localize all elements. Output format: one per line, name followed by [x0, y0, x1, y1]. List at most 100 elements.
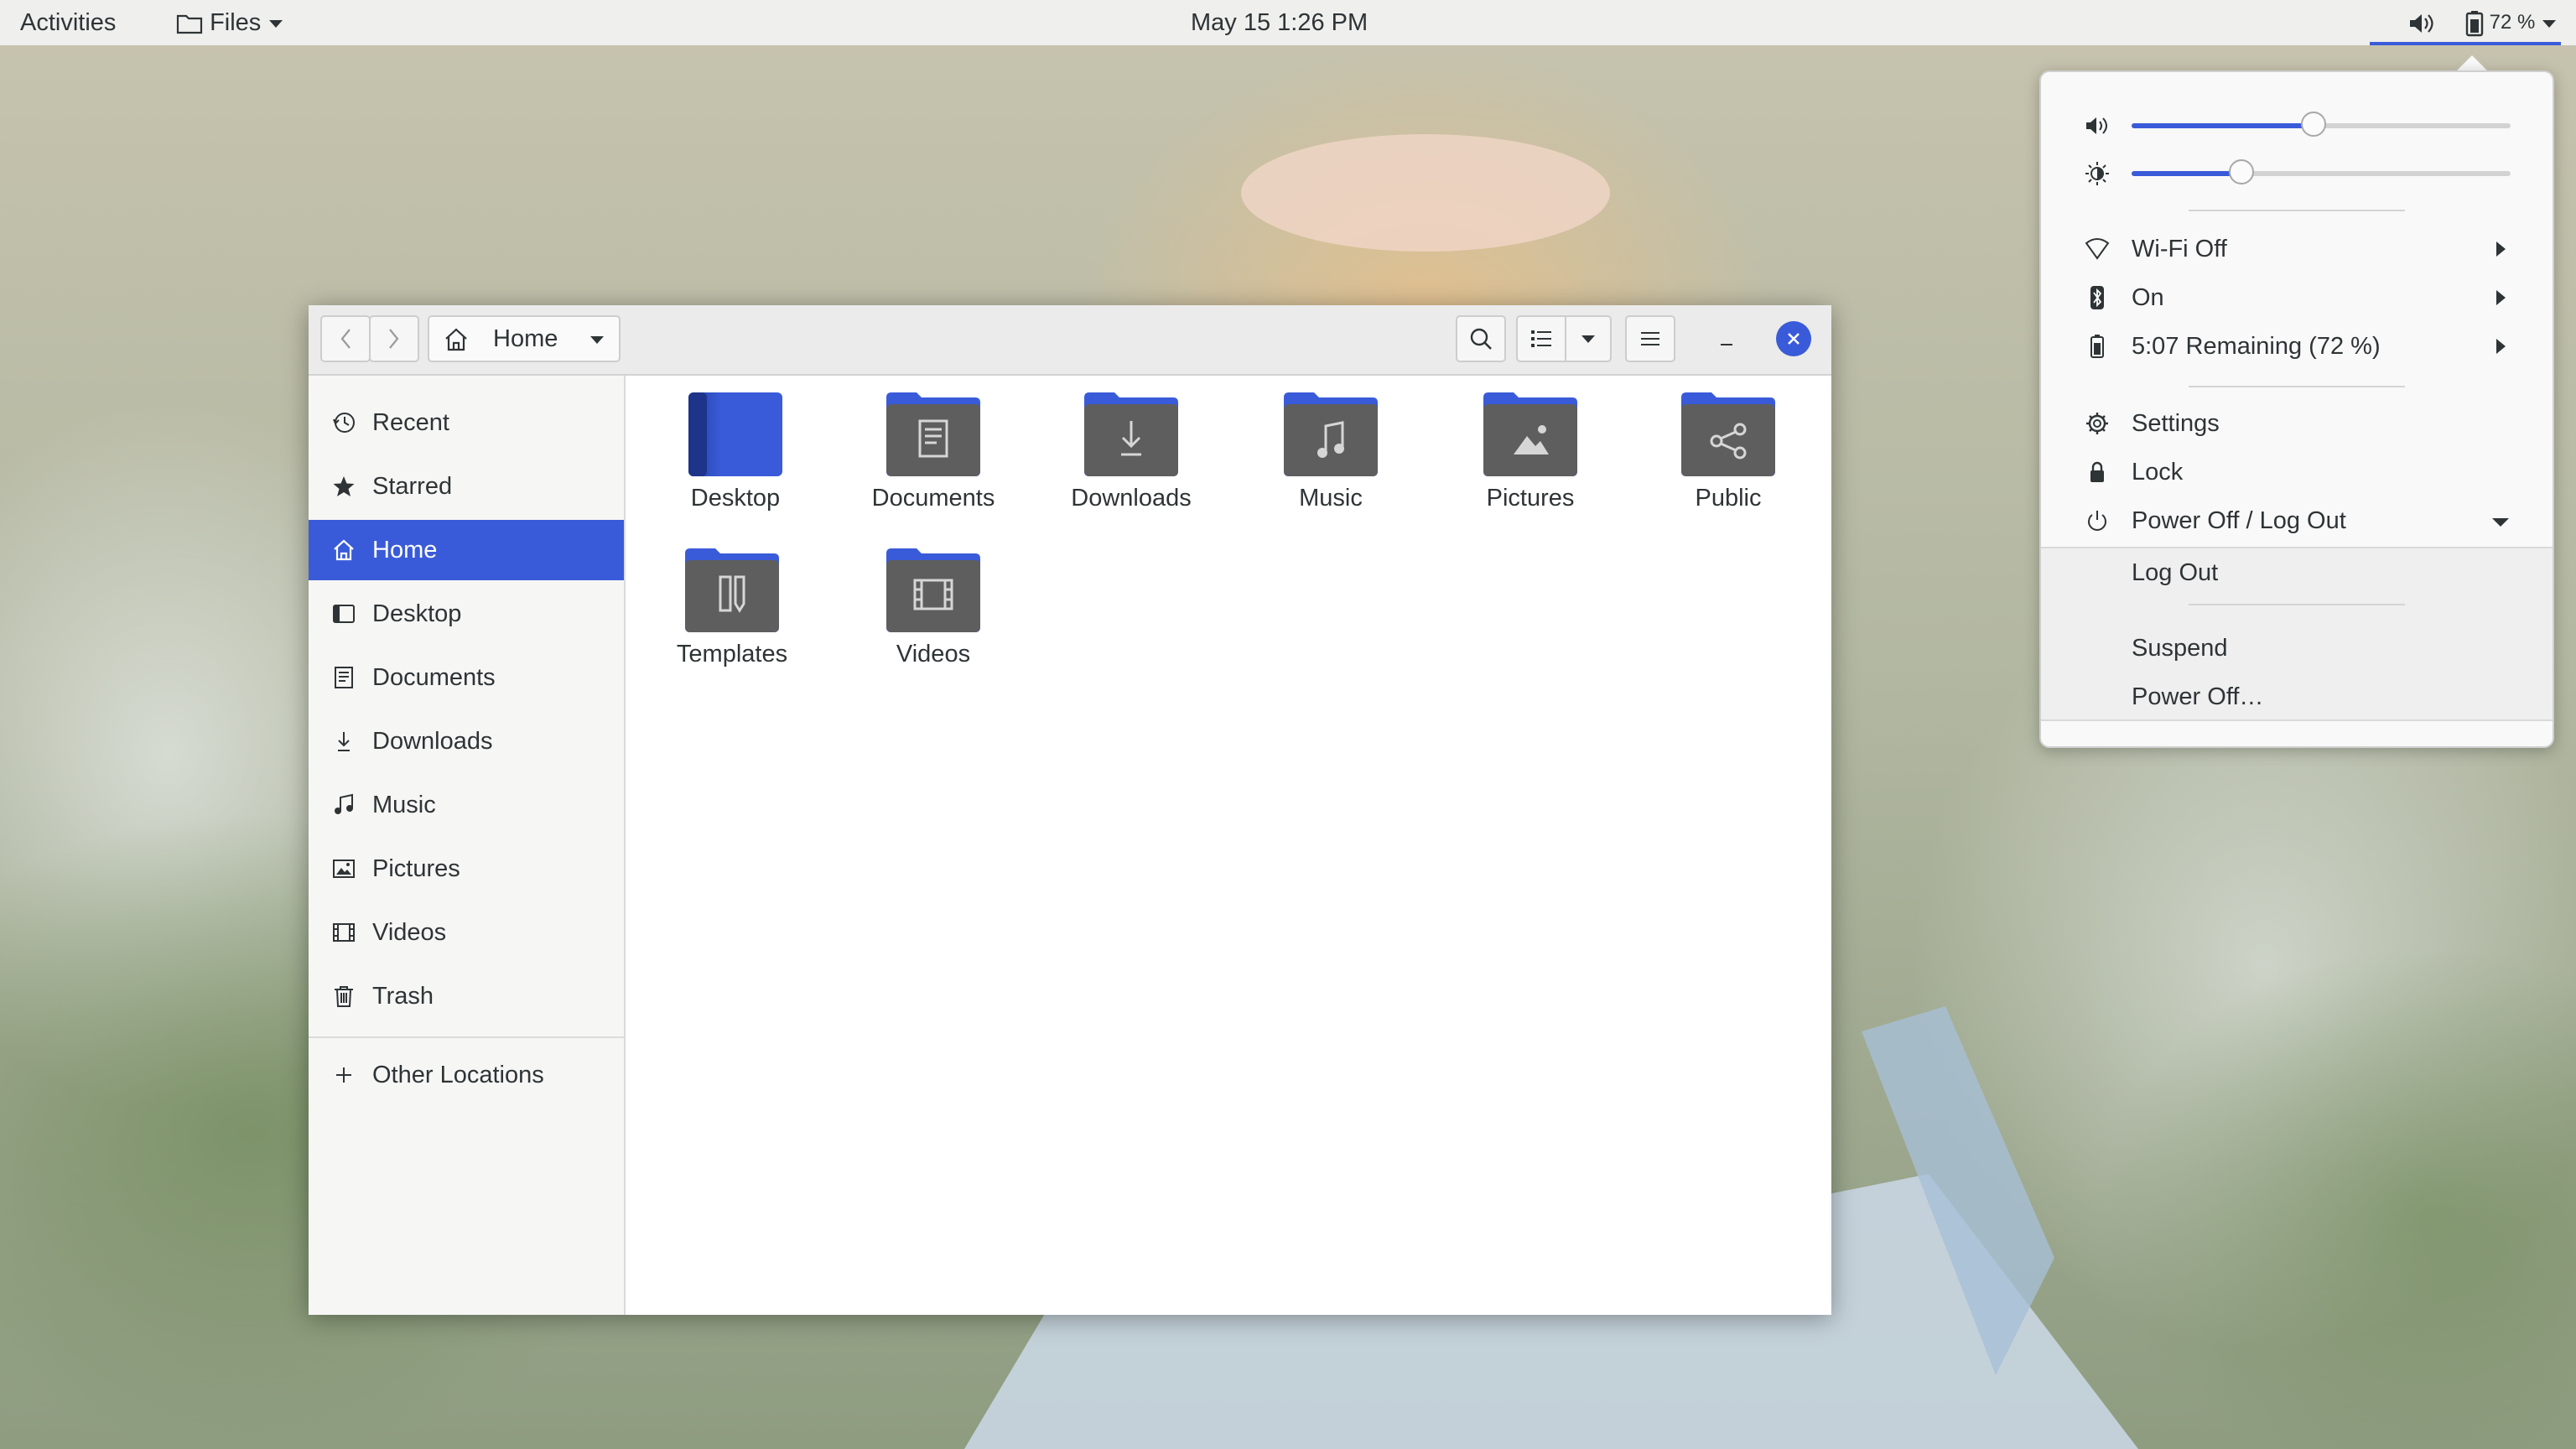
lock-icon: [2090, 461, 2104, 482]
gear-icon: [2086, 413, 2108, 434]
path-bar-home[interactable]: Home: [428, 315, 621, 362]
sidebar-item-label: Documents: [372, 664, 496, 691]
menu-item-label: Suspend: [2132, 635, 2228, 662]
menu-item-bluetooth[interactable]: On: [2041, 273, 2553, 322]
sidebar-item-music[interactable]: Music: [309, 775, 624, 835]
clock[interactable]: May 15 1:26 PM: [1191, 0, 1368, 45]
desktop-icon: [333, 605, 355, 623]
sidebar-item-starred[interactable]: Starred: [309, 456, 624, 517]
menu-separator: [2189, 210, 2405, 211]
menu-item-lock[interactable]: Lock: [2041, 448, 2553, 496]
file-item-public[interactable]: Public: [1642, 376, 1815, 527]
pictures-icon: [333, 860, 355, 878]
public-folder-icon: [1681, 392, 1775, 476]
file-item-label: Templates: [676, 641, 788, 667]
menu-item-settings[interactable]: Settings: [2041, 399, 2553, 448]
app-menu-files[interactable]: Files: [176, 0, 284, 45]
sidebar-item-videos[interactable]: Videos: [309, 902, 624, 963]
file-item-videos[interactable]: Videos: [847, 532, 1020, 683]
star-icon: [333, 476, 355, 496]
videos-icon: [333, 923, 355, 942]
file-item-pictures[interactable]: Pictures: [1444, 376, 1617, 527]
brightness-icon: [2085, 162, 2109, 185]
sidebar-item-home[interactable]: Home: [309, 520, 624, 580]
file-item-label: Downloads: [1071, 485, 1192, 512]
volume-slider[interactable]: [2132, 112, 2511, 137]
volume-icon: [2409, 13, 2433, 33]
file-item-templates[interactable]: Templates: [646, 532, 818, 683]
music-folder-icon: [1284, 392, 1378, 476]
sidebar-item-label: Desktop: [372, 600, 462, 627]
downloads-icon: [338, 732, 350, 751]
menu-item-power[interactable]: Power Off / Log Out: [2041, 496, 2553, 545]
battery-icon: [2090, 335, 2104, 358]
file-item-desktop[interactable]: Desktop: [649, 376, 822, 527]
sidebar-item-pictures[interactable]: Pictures: [309, 839, 624, 899]
chevron-down-icon: [590, 336, 604, 344]
minimize-button[interactable]: [1711, 324, 1742, 356]
file-item-documents[interactable]: Documents: [847, 376, 1020, 527]
file-item-label: Videos: [896, 641, 971, 667]
chevron-left-icon: [340, 329, 351, 349]
menu-item-battery[interactable]: 5:07 Remaining (72 %): [2041, 322, 2553, 371]
file-item-label: Public: [1695, 485, 1762, 512]
sidebar-item-label: Videos: [372, 919, 447, 946]
submenu-arrow-icon: [2496, 242, 2506, 257]
chevron-right-icon: [389, 329, 399, 349]
minimize-icon: [1721, 344, 1732, 345]
sidebar-item-recent[interactable]: Recent: [309, 392, 624, 453]
music-icon: [335, 793, 353, 814]
sidebar-item-label: Trash: [372, 983, 434, 1010]
search-button[interactable]: [1456, 315, 1506, 362]
menu-item-wifi[interactable]: Wi-Fi Off: [2041, 225, 2553, 273]
forward-button[interactable]: [369, 315, 419, 362]
view-toggle-button[interactable]: [1516, 315, 1566, 362]
menu-item-power-off[interactable]: Power Off…: [2041, 673, 2553, 721]
submenu-arrow-icon: [2496, 290, 2506, 305]
brightness-slider-knob[interactable]: [2229, 159, 2255, 184]
sidebar-item-label: Starred: [372, 473, 453, 500]
tray-active-indicator: [2370, 42, 2561, 45]
sidebar-item-label: Pictures: [372, 855, 460, 882]
power-icon: [2088, 511, 2106, 531]
top-bar: Activities Files May 15 1:26 PM 72 %: [0, 0, 2576, 45]
file-item-downloads[interactable]: Downloads: [1045, 376, 1218, 527]
back-button[interactable]: [320, 315, 371, 362]
view-options-button[interactable]: [1565, 315, 1612, 362]
close-button[interactable]: [1776, 321, 1811, 356]
sidebar-item-downloads[interactable]: Downloads: [309, 711, 624, 771]
sidebar-item-label: Home: [372, 537, 438, 564]
file-item-label: Documents: [871, 485, 995, 512]
volume-slider-knob[interactable]: [2300, 112, 2326, 137]
sidebar-item-label: Recent: [372, 409, 449, 436]
search-icon: [1470, 328, 1492, 350]
folder-icon: [176, 15, 203, 34]
sidebar-item-label: Other Locations: [372, 1062, 544, 1088]
sidebar-item-desktop[interactable]: Desktop: [309, 584, 624, 644]
sidebar-item-trash[interactable]: Trash: [309, 966, 624, 1026]
pictures-folder-icon: [1483, 392, 1577, 476]
menu-item-label: Power Off / Log Out: [2132, 507, 2346, 534]
activities-button[interactable]: Activities: [20, 0, 116, 45]
battery-icon: [2465, 10, 2484, 36]
menu-item-label: Log Out: [2132, 559, 2219, 586]
path-label: Home: [493, 325, 558, 352]
sidebar-item-documents[interactable]: Documents: [309, 647, 624, 708]
recent-icon: [333, 413, 355, 433]
menu-item-log-out[interactable]: Log Out: [2041, 548, 2553, 597]
menu-item-label: Power Off…: [2132, 683, 2264, 710]
trash-icon: [335, 986, 353, 1007]
file-item-label: Music: [1299, 485, 1363, 512]
file-item-music[interactable]: Music: [1244, 376, 1417, 527]
main-menu-button[interactable]: [1625, 315, 1675, 362]
sidebar-item-other-locations[interactable]: Other Locations: [309, 1045, 624, 1105]
volume-slider-fill: [2132, 123, 2314, 128]
chevron-down-icon: [269, 20, 283, 29]
brightness-slider[interactable]: [2132, 159, 2511, 184]
chevron-down-icon: [2542, 19, 2556, 28]
menu-item-label: Lock: [2132, 459, 2184, 486]
close-icon: [1788, 333, 1800, 345]
app-menu-label: Files: [210, 9, 262, 36]
system-tray[interactable]: 72 %: [2407, 0, 2558, 45]
menu-item-suspend[interactable]: Suspend: [2041, 624, 2553, 673]
